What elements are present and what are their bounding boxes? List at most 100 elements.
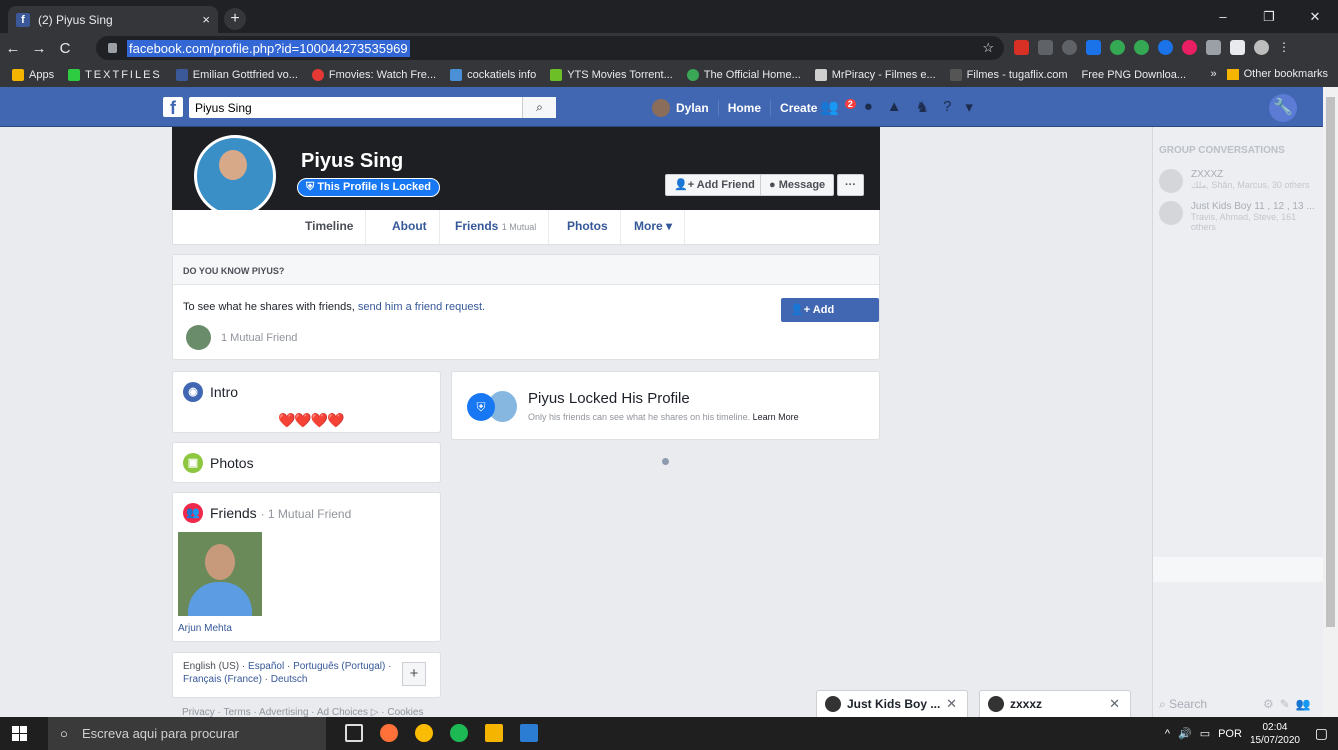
tab-timeline[interactable]: Timeline (293, 210, 367, 244)
facebook-logo-icon[interactable]: f (163, 97, 183, 118)
chrome-icon[interactable] (415, 724, 433, 742)
more-options-button[interactable]: ··· (837, 174, 864, 196)
tab-more[interactable]: More ▾ (622, 210, 686, 244)
g-extension-icon[interactable] (1134, 40, 1149, 55)
restore-button[interactable]: ❐ (1246, 0, 1292, 33)
friend-requests-icon[interactable]: 👥 2 (820, 98, 856, 116)
close-icon[interactable]: ✕ (946, 696, 957, 712)
message-button[interactable]: ● Message (760, 174, 835, 196)
add-language-button[interactable]: + (402, 662, 426, 686)
bookmark-item[interactable]: Fmovies: Watch Fre... (311, 69, 436, 81)
add-friend-button[interactable]: 👤+ Add Friend (665, 174, 764, 196)
taskbar-search-input[interactable]: Escreva aqui para procurar (48, 717, 326, 750)
reload-icon[interactable]: C (52, 40, 78, 57)
friend-name-link[interactable]: Arjun Mehta (178, 623, 232, 634)
puzzle-extensions-icon[interactable] (1230, 40, 1245, 55)
account-menu-chevron-down-icon[interactable]: ▾ (965, 98, 973, 116)
windows-start-icon[interactable] (12, 726, 27, 741)
input-language[interactable]: POR (1218, 728, 1242, 740)
grammarly-icon[interactable] (1110, 40, 1125, 55)
chevron-up-icon[interactable]: ^ (1165, 728, 1170, 740)
scrollbar-thumb[interactable] (1326, 97, 1335, 627)
volume-icon[interactable]: 🔊 (1178, 727, 1192, 740)
profile-avatar-icon[interactable] (1254, 40, 1269, 55)
avatar[interactable] (652, 99, 670, 117)
notepad-icon[interactable] (520, 724, 538, 742)
tab-photos[interactable]: Photos (555, 210, 621, 244)
language-link[interactable]: Français (France) (183, 674, 262, 685)
chrome-menu-icon[interactable]: ⋮ (1278, 40, 1290, 55)
create-link[interactable]: Create (780, 101, 817, 115)
bookmark-item[interactable]: The Official Home... (686, 69, 801, 81)
home-link[interactable]: Home (728, 101, 761, 115)
bookmark-item[interactable]: TEXTFILES (68, 69, 162, 81)
wrench-settings-icon[interactable]: 🔧 (1269, 94, 1297, 122)
minimize-button[interactable]: – (1200, 0, 1246, 33)
profile-link[interactable]: Dylan (676, 101, 709, 115)
messenger-icon[interactable]: ● (864, 98, 873, 116)
search-input[interactable] (189, 97, 556, 118)
language-link[interactable]: Português (Portugal) (293, 661, 385, 672)
vpn-icon[interactable] (1158, 40, 1173, 55)
bookmark-item[interactable]: Emilian Gottfried vo... (175, 69, 298, 81)
bookmark-item[interactable]: Filmes - tugaflix.com (949, 69, 1068, 81)
firefox-icon[interactable] (380, 724, 398, 742)
file-explorer-icon[interactable] (485, 724, 503, 742)
bookmark-item[interactable]: cockatiels info (450, 69, 536, 81)
bookmark-item[interactable]: Free PNG Downloa... (1082, 69, 1187, 81)
close-icon[interactable]: ✕ (1109, 696, 1120, 712)
photos-card[interactable]: ▣ Photos (172, 442, 441, 483)
tab-friends[interactable]: Friends 1 Mutual (443, 210, 550, 244)
bookmark-star-icon[interactable]: ☆ (982, 40, 994, 56)
address-bar[interactable]: facebook.com/profile.php?id=100044273535… (96, 36, 1004, 60)
friend-photo[interactable] (178, 532, 262, 616)
adblock-icon[interactable] (1014, 40, 1029, 55)
back-icon[interactable]: ← (0, 40, 26, 57)
profile-name[interactable]: Piyus Sing (301, 150, 403, 173)
clock[interactable]: 02:04 15/07/2020 (1250, 721, 1300, 747)
task-view-icon[interactable] (345, 724, 363, 742)
new-message-icon[interactable]: ✎ (1280, 697, 1296, 711)
create-group-icon[interactable]: 👥 (1296, 697, 1317, 711)
add-friend-button[interactable]: 👤+ Add Friend (781, 298, 879, 338)
bookmark-item[interactable]: Apps (12, 69, 54, 81)
page-scrollbar[interactable] (1323, 87, 1338, 717)
mutual-friends[interactable]: 1 Mutual Friend (186, 325, 297, 350)
spotify-icon[interactable] (450, 724, 468, 742)
bookmark-item[interactable]: MrPiracy - Filmes e... (814, 69, 936, 81)
lightning-icon[interactable] (1086, 40, 1101, 55)
help-icon[interactable]: ? (943, 98, 951, 116)
tab-about[interactable]: About (380, 210, 440, 244)
forward-icon[interactable]: → (26, 40, 52, 57)
photos-title[interactable]: Photos (210, 455, 254, 471)
new-extension-icon[interactable] (1038, 40, 1053, 55)
notification-center-icon[interactable]: ▢ (1315, 725, 1328, 742)
chat-tab[interactable]: Just Kids Boy ... ✕ (816, 690, 968, 718)
send-friend-request-link[interactable]: send him a friend request. (358, 301, 485, 313)
friends-title[interactable]: Friends · 1 Mutual Friend (210, 505, 351, 521)
profile-locked-badge[interactable]: ⛨ This Profile Is Locked (297, 178, 441, 197)
color-extension-icon[interactable] (1182, 40, 1197, 55)
learn-more-link[interactable]: Learn More (753, 412, 799, 422)
language-link[interactable]: Español (248, 661, 284, 672)
chat-tab[interactable]: zxxxz ✕ (979, 690, 1131, 718)
browser-tab[interactable]: f (2) Piyus Sing × (8, 6, 218, 33)
chat-search-input[interactable]: ⌕ Search (1159, 697, 1207, 712)
new-tab-button[interactable]: + (224, 8, 246, 30)
translate-icon[interactable] (1206, 40, 1221, 55)
group-conversation-item[interactable]: ZXXXZ ملك, Shân, Marcus, 30 others (1159, 169, 1309, 193)
bookmark-item[interactable]: YTS Movies Torrent... (550, 69, 673, 81)
profile-picture[interactable] (194, 135, 276, 217)
notifications-bell-icon[interactable]: ▲ (887, 98, 902, 116)
group-conversation-item[interactable]: Just Kids Boy 11 , 12 , 13 ... Travis, A… (1159, 201, 1323, 232)
search-icon[interactable]: ⌕ (522, 97, 556, 118)
gear-icon[interactable]: ⚙ (1263, 697, 1280, 711)
other-bookmarks-button[interactable]: Other bookmarks (1244, 68, 1328, 80)
close-window-button[interactable]: ✕ (1292, 0, 1338, 33)
tab-close-icon[interactable]: × (202, 12, 210, 27)
quick-help-people-icon[interactable]: ♞ (916, 98, 929, 116)
language-link[interactable]: Deutsch (271, 674, 308, 685)
network-icon[interactable]: ▭ (1200, 727, 1210, 740)
more-bookmarks-button[interactable]: » (1211, 68, 1217, 80)
download-icon[interactable] (1062, 40, 1077, 55)
